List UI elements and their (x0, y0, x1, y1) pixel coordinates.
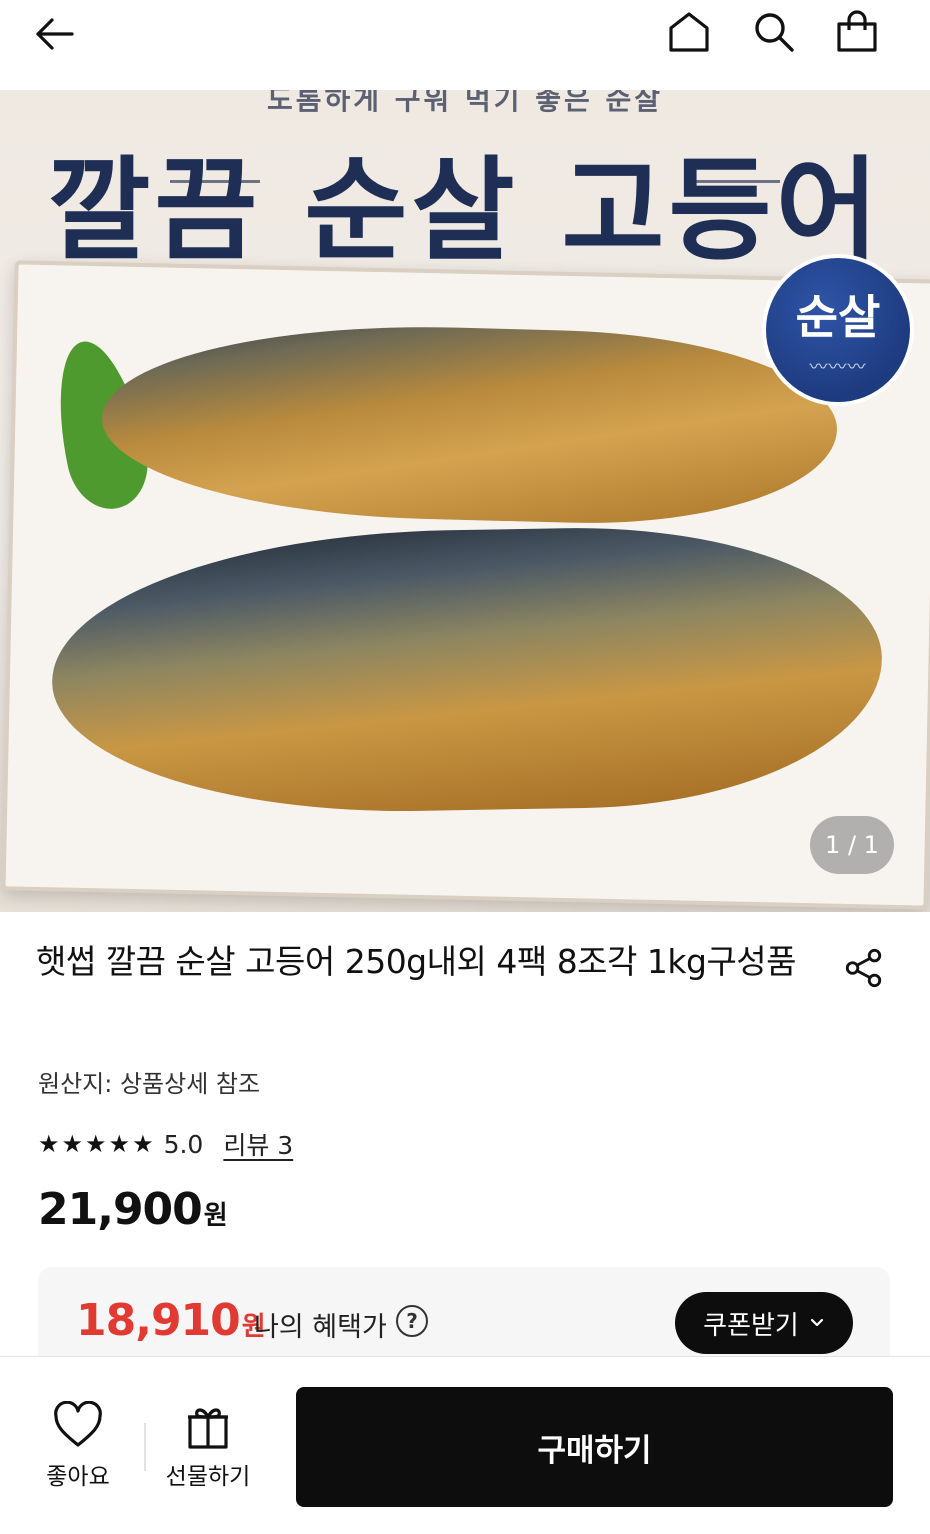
gift-button[interactable]: 선물하기 (148, 1401, 268, 1497)
shopping-bag-icon[interactable] (833, 8, 881, 56)
image-pager: 1 / 1 (810, 816, 894, 874)
rating-row: ★★★★★ 5.0 리뷰 3 (38, 1124, 293, 1164)
review-link[interactable]: 리뷰 3 (223, 1126, 293, 1162)
get-coupon-button[interactable]: 쿠폰받기 (675, 1292, 853, 1354)
home-icon[interactable] (665, 8, 713, 56)
buy-button[interactable]: 구매하기 (296, 1387, 893, 1507)
hero-headline: 깔끔 순살 고등어 (47, 146, 883, 276)
like-button[interactable]: 좋아요 (18, 1401, 138, 1497)
hero-subtitle: 도톰하게 구워 먹기 좋은 순살 (266, 90, 664, 116)
bottom-action-bar: 좋아요 선물하기 구매하기 (0, 1356, 930, 1534)
rating-score: 5.0 (163, 1129, 204, 1159)
boneless-badge: 순살 〰〰〰 (762, 254, 914, 406)
benefit-label: 나의 혜택가 (254, 1312, 387, 1343)
share-icon[interactable] (836, 940, 892, 996)
product-title: 햇썹 깔끔 순살 고등어 250g내외 4팩 8조각 1kg구성품 (36, 942, 797, 981)
benefit-price-panel: 18,910 원 나의 혜택가 ? 쿠폰받기 (38, 1267, 890, 1367)
benefit-price: 18,910 원 (76, 1295, 266, 1346)
coupon-button-label: 쿠폰받기 (703, 1310, 799, 1341)
top-navigation-bar (0, 0, 930, 90)
like-label: 좋아요 (46, 1464, 110, 1490)
divider (144, 1423, 146, 1471)
price-value: 21,900 (38, 1184, 203, 1235)
chevron-down-icon (809, 1311, 825, 1335)
arrow-left-icon[interactable] (30, 8, 78, 56)
benefit-price-value: 18,910 (76, 1295, 241, 1346)
star-rating-icon: ★★★★★ (38, 1130, 156, 1158)
gift-label: 선물하기 (165, 1464, 251, 1490)
question-circle-icon[interactable]: ? (396, 1305, 428, 1337)
heart-icon (54, 1401, 102, 1447)
original-price: 21,900 원 (38, 1184, 228, 1235)
origin-info: 원산지: 상품상세 참조 (38, 1070, 261, 1098)
gift-icon (188, 1408, 228, 1449)
product-image-carousel[interactable]: 도톰하게 구워 먹기 좋은 순살 깔끔 순살 고등어 순살 〰〰〰 1 / 1 (0, 90, 930, 912)
badge-text: 순살 (795, 290, 881, 344)
search-icon[interactable] (750, 8, 798, 56)
wave-icon: 〰〰〰 (809, 357, 867, 378)
price-unit: 원 (203, 1201, 228, 1231)
